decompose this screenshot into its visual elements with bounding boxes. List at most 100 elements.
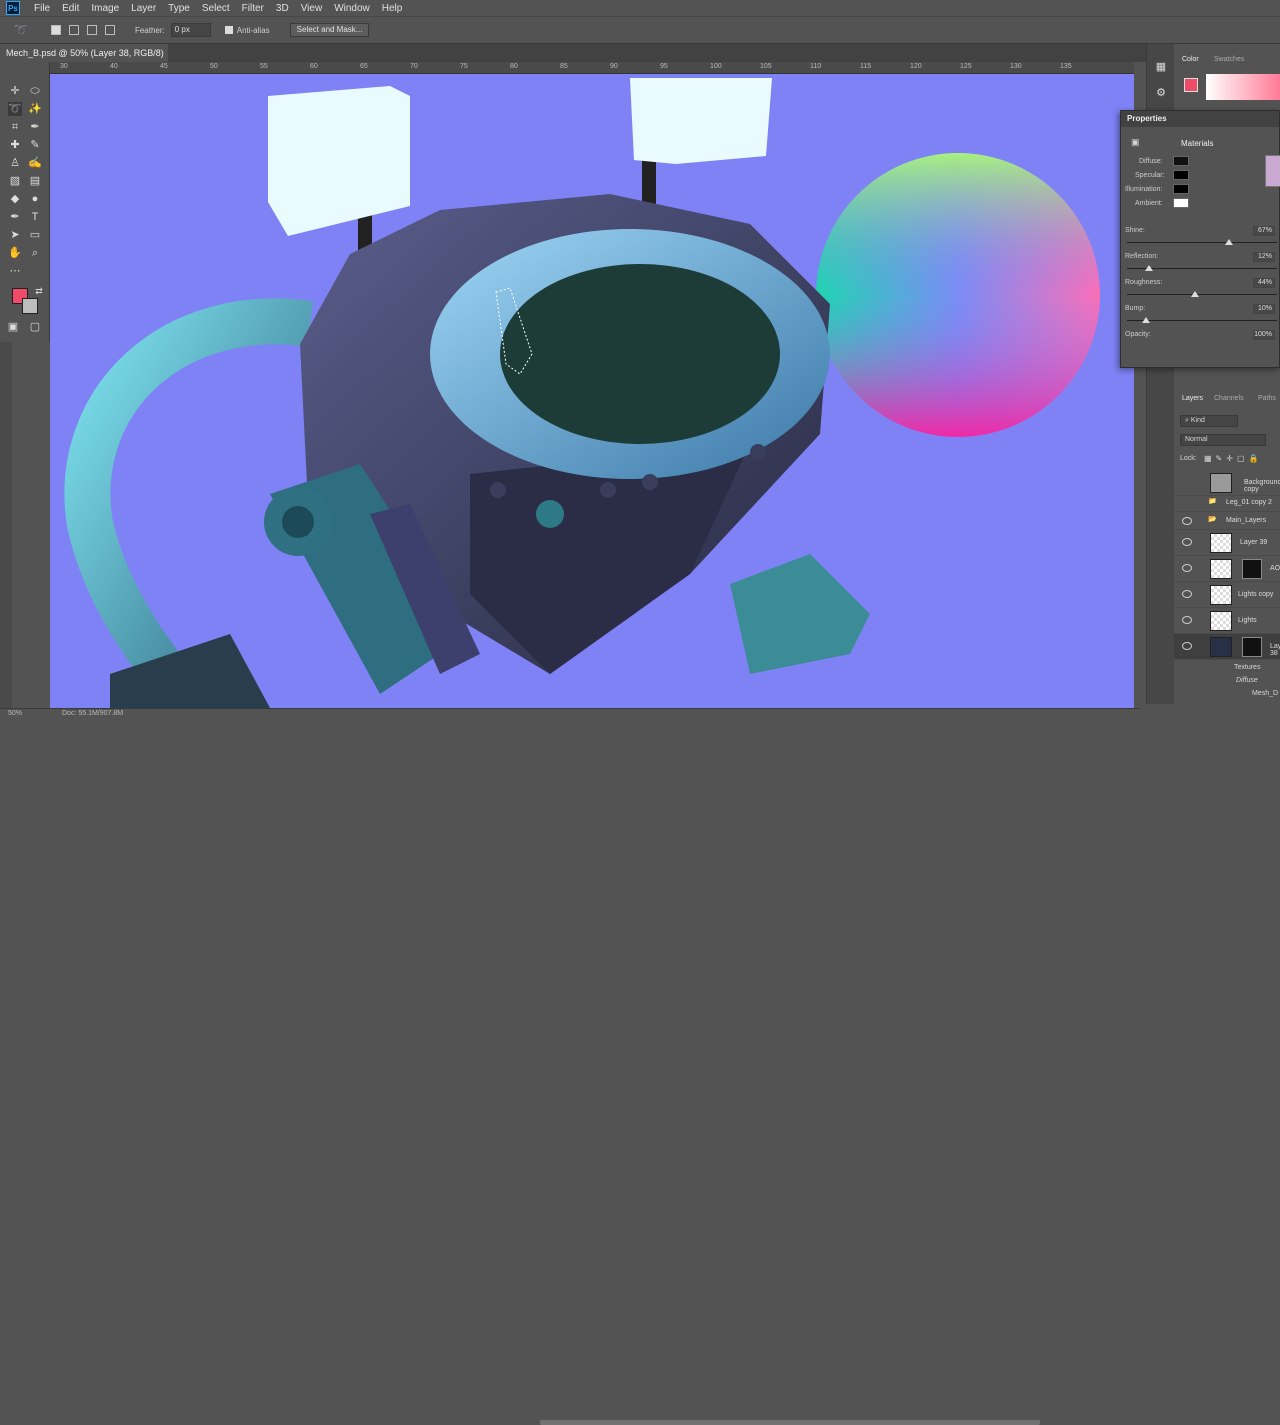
hand-tool-icon[interactable]: ✋	[8, 246, 22, 260]
eyedropper-tool-icon[interactable]: ✒	[28, 120, 42, 134]
more-tools-icon[interactable]: ⋯	[8, 264, 22, 278]
menu-view[interactable]: View	[295, 3, 329, 14]
material-preview[interactable]	[1265, 155, 1280, 187]
diffuse-swatch[interactable]	[1173, 156, 1189, 166]
fg-color-chip[interactable]	[1184, 78, 1198, 92]
stamp-tool-icon[interactable]: ♙	[8, 156, 22, 170]
menu-select[interactable]: Select	[196, 3, 236, 14]
layer-row-lights-copy[interactable]: Lights copy	[1174, 582, 1280, 608]
roughness-thumb[interactable]	[1191, 291, 1200, 297]
tab-paths[interactable]: Paths	[1258, 395, 1276, 402]
quick-select-tool-icon[interactable]: ✨	[28, 102, 42, 116]
blur-tool-icon[interactable]: ◆	[8, 192, 22, 206]
swap-colors-icon[interactable]: ⇄	[32, 284, 46, 298]
visibility-eye-icon[interactable]	[1182, 517, 1192, 525]
layer-row-leg-copy[interactable]: 📁 Leg_01 copy 2	[1174, 494, 1280, 512]
gradient-tool-icon[interactable]: ▤	[28, 174, 42, 188]
quick-mask-icon[interactable]: ▣	[6, 320, 20, 334]
layer-row-layer-39[interactable]: Layer 39	[1174, 530, 1280, 556]
visibility-eye-icon[interactable]	[1182, 642, 1192, 650]
eraser-tool-icon[interactable]: ▧	[8, 174, 22, 188]
tab-swatches[interactable]: Swatches	[1214, 56, 1244, 63]
tab-layers[interactable]: Layers	[1182, 395, 1203, 402]
reflection-value[interactable]: 12%	[1253, 252, 1275, 262]
visibility-eye-icon[interactable]	[1182, 616, 1192, 624]
visibility-eye-icon[interactable]	[1182, 538, 1192, 546]
horizontal-scrollbar[interactable]	[540, 1420, 1040, 1425]
visibility-eye-icon[interactable]	[1182, 564, 1192, 572]
menu-edit[interactable]: Edit	[56, 3, 85, 14]
crop-tool-icon[interactable]: ⌗	[8, 120, 22, 134]
layer-row-lights[interactable]: Lights	[1174, 608, 1280, 634]
specular-swatch[interactable]	[1173, 170, 1189, 180]
intersect-selection-icon[interactable]	[104, 25, 115, 35]
menu-help[interactable]: Help	[376, 3, 409, 14]
menu-type[interactable]: Type	[162, 3, 196, 14]
marquee-tool-icon[interactable]: ⬭	[28, 84, 42, 98]
tab-channels[interactable]: Channels	[1214, 395, 1244, 402]
antialias-checkbox[interactable]	[224, 26, 233, 34]
layer-row-ao[interactable]: AO	[1174, 556, 1280, 582]
dodge-tool-icon[interactable]: ●	[28, 192, 42, 206]
healing-tool-icon[interactable]: ✚	[8, 138, 22, 152]
roughness-value[interactable]: 44%	[1253, 278, 1275, 288]
type-tool-icon[interactable]: T	[28, 210, 42, 224]
illumination-swatch[interactable]	[1173, 184, 1189, 194]
layer-name: AO	[1270, 565, 1280, 572]
blend-mode-dropdown[interactable]: Normal	[1180, 434, 1266, 446]
diffuse-texture-label[interactable]: Diffuse	[1236, 677, 1258, 684]
shine-thumb[interactable]	[1224, 239, 1233, 245]
move-tool-icon[interactable]: ✛	[8, 84, 22, 98]
rectangle-tool-icon[interactable]: ▭	[28, 228, 42, 242]
menu-image[interactable]: Image	[85, 3, 125, 14]
roughness-track[interactable]	[1127, 294, 1277, 295]
tab-color[interactable]: Color	[1182, 56, 1199, 63]
layer-mask-thumbnail[interactable]	[1242, 637, 1262, 657]
history-brush-icon[interactable]: ✍	[28, 156, 42, 170]
history-panel-icon[interactable]: ▦	[1154, 60, 1168, 74]
path-select-tool-icon[interactable]: ➤	[8, 228, 22, 242]
pen-tool-icon[interactable]: ✒	[8, 210, 22, 224]
layer-row-background-copy[interactable]: Background copy	[1174, 470, 1280, 496]
new-selection-icon[interactable]	[50, 25, 61, 35]
menu-window[interactable]: Window	[328, 3, 376, 14]
color-ramp[interactable]	[1206, 74, 1280, 100]
brush-tool-icon[interactable]: ✎	[28, 138, 42, 152]
document-canvas[interactable]	[50, 74, 1134, 708]
ambient-swatch[interactable]	[1173, 198, 1189, 208]
layer-name: Lights	[1238, 617, 1257, 624]
menu-3d[interactable]: 3D	[270, 3, 295, 14]
textures-label[interactable]: Textures	[1234, 664, 1260, 671]
layer-name: Leg_01 copy 2	[1226, 499, 1272, 506]
add-selection-icon[interactable]	[68, 25, 79, 35]
bump-thumb[interactable]	[1141, 317, 1150, 323]
select-and-mask-button[interactable]: Select and Mask...	[289, 23, 370, 37]
menu-file[interactable]: File	[28, 3, 56, 14]
document-tab[interactable]: Mech_B.psd @ 50% (Layer 38, RGB/8) * ✕	[0, 44, 168, 76]
reflection-thumb[interactable]	[1144, 265, 1153, 271]
shine-track[interactable]	[1127, 242, 1277, 243]
screen-mode-icon[interactable]: ▢	[28, 320, 42, 334]
layer-mask-thumbnail[interactable]	[1242, 559, 1262, 579]
subtract-selection-icon[interactable]	[86, 25, 97, 35]
layer-row-layer-38-selected[interactable]: Layer 38	[1174, 634, 1280, 660]
zoom-tool-icon[interactable]: ⌕	[28, 246, 42, 260]
opacity-value[interactable]: 100%	[1253, 330, 1275, 340]
visibility-eye-icon[interactable]	[1182, 590, 1192, 598]
menu-layer[interactable]: Layer	[125, 3, 162, 14]
adjust-panel-icon[interactable]: ⚙	[1154, 86, 1168, 100]
zoom-level[interactable]: 50%	[8, 710, 22, 717]
background-color-swatch[interactable]	[22, 298, 38, 314]
menu-filter[interactable]: Filter	[236, 3, 270, 14]
layer-filter-dropdown[interactable]: ⌕ Kind	[1180, 415, 1238, 427]
materials-section-icon[interactable]: ▣	[1131, 137, 1140, 148]
lasso-tool-preset-icon[interactable]: ➰	[14, 23, 29, 37]
layer-row-main-layers[interactable]: 📂 Main_Layers	[1174, 512, 1280, 530]
bump-value[interactable]: 10%	[1253, 304, 1275, 314]
lock-icons[interactable]: ▦✎✛▢🔒	[1204, 454, 1262, 463]
feather-input[interactable]: 0 px	[170, 23, 211, 37]
mesh-texture-label[interactable]: Mesh_D	[1252, 690, 1278, 697]
lasso-tool-icon[interactable]: ➰	[8, 102, 22, 116]
shine-value[interactable]: 67%	[1253, 226, 1275, 236]
doc-size[interactable]: Doc: 55.1M/907.8M	[62, 710, 123, 717]
